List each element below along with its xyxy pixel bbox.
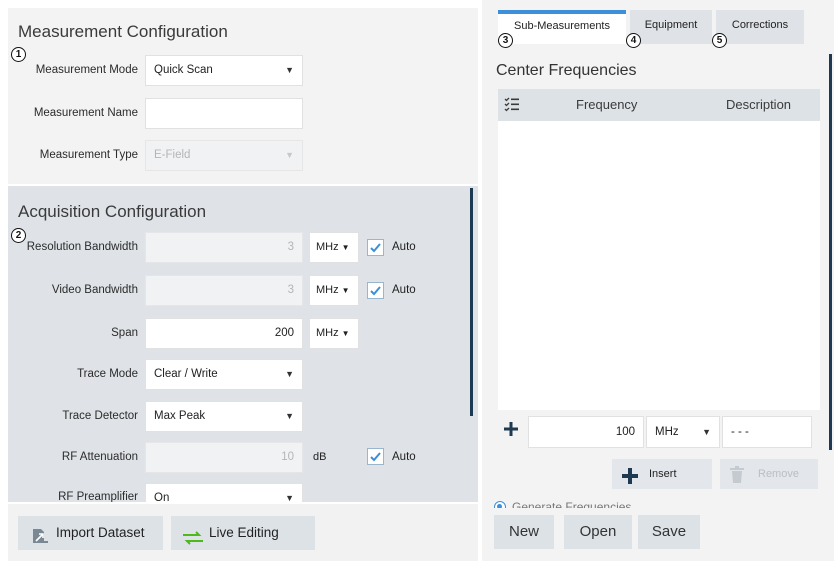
trace-mode-value: Clear / Write <box>154 368 218 380</box>
live-editing-button[interactable]: Live Editing <box>171 516 315 550</box>
vbw-auto-label: Auto <box>392 284 416 296</box>
rbw-label: Resolution Bandwidth <box>26 241 138 253</box>
new-frequency-input[interactable]: 100 <box>528 416 644 448</box>
new-button[interactable]: New <box>494 515 554 549</box>
callout-1: 1 <box>11 47 26 62</box>
scrollbar[interactable] <box>470 188 473 416</box>
new-frequency-unit-select[interactable]: MHz ▼ <box>646 416 720 448</box>
tab-corrections-label: Corrections <box>731 19 789 31</box>
chevron-down-icon: ▼ <box>285 493 294 502</box>
chevron-down-icon: ▼ <box>285 65 294 75</box>
measurement-configuration-panel: Measurement Configuration 1 Measurement … <box>8 8 478 184</box>
rf-preamplifier-value: On <box>154 492 170 502</box>
tab-sub-measurements[interactable]: Sub-Measurements <box>498 10 626 44</box>
tab-sub-measurements-label: Sub-Measurements <box>514 20 610 32</box>
live-editing-label: Live Editing <box>209 525 279 540</box>
callout-5: 5 <box>712 33 727 48</box>
tab-equipment-label: Equipment <box>644 19 698 31</box>
sort-list-icon[interactable] <box>504 96 520 115</box>
chevron-down-icon: ▼ <box>341 329 350 338</box>
measurement-mode-label: Measurement Mode <box>35 64 138 76</box>
chevron-down-icon: ▼ <box>702 427 711 437</box>
import-dataset-button[interactable]: Import Dataset <box>18 516 163 550</box>
rbw-input[interactable]: 3 <box>145 232 303 263</box>
rf-attenuation-input[interactable]: 10 <box>145 442 303 473</box>
panel-divider[interactable] <box>479 0 482 561</box>
add-icon[interactable] <box>504 422 518 441</box>
measurement-type-label: Measurement Type <box>39 149 138 161</box>
chevron-down-icon: ▼ <box>285 411 294 421</box>
vbw-unit-select[interactable]: MHz ▼ <box>309 275 359 306</box>
add-frequency-row: 100 MHz ▼ - - - <box>498 412 820 454</box>
vbw-unit: MHz <box>316 284 339 296</box>
chevron-down-icon: ▼ <box>341 286 350 295</box>
insert-button[interactable]: Insert <box>612 459 712 489</box>
measurement-config-title: Measurement Configuration <box>18 22 228 41</box>
live-editing-icon <box>181 525 205 559</box>
measurement-name-label: Measurement Name <box>33 107 138 119</box>
span-input[interactable]: 200 <box>145 318 303 349</box>
chevron-down-icon: ▼ <box>341 243 350 252</box>
rf-attenuation-unit: dB <box>313 451 327 463</box>
vbw-label: Video Bandwidth <box>51 284 138 296</box>
new-frequency-description-input[interactable]: - - - <box>722 416 812 448</box>
chevron-down-icon: ▼ <box>285 150 294 160</box>
rf-attenuation-label: RF Attenuation <box>61 451 138 463</box>
measurement-type-select[interactable]: E-Field ▼ <box>145 140 303 171</box>
acquisition-configuration-panel: Acquisition Configuration 2 Resolution B… <box>8 186 478 502</box>
insert-plus-icon <box>622 466 638 496</box>
trace-detector-label: Trace Detector <box>62 410 138 422</box>
remove-button[interactable]: Remove <box>720 459 818 489</box>
acquisition-config-title: Acquisition Configuration <box>18 202 207 221</box>
column-header-frequency: Frequency <box>576 97 638 112</box>
span-label: Span <box>111 327 138 339</box>
import-dataset-icon <box>30 525 50 559</box>
rf-preamplifier-label: RF Preamplifier <box>58 491 138 502</box>
trace-detector-select[interactable]: Max Peak ▼ <box>145 401 303 432</box>
span-unit: MHz <box>316 327 339 339</box>
trace-mode-label: Trace Mode <box>77 368 138 380</box>
right-scrollbar[interactable] <box>829 54 832 450</box>
rbw-unit: MHz <box>316 241 339 253</box>
save-button[interactable]: Save <box>638 515 700 549</box>
trash-icon <box>730 465 744 495</box>
table-header: Frequency Description <box>498 89 820 121</box>
rbw-auto-checkbox[interactable] <box>367 239 384 256</box>
measurement-name-input[interactable] <box>145 98 303 129</box>
open-button[interactable]: Open <box>564 515 632 549</box>
tab-equipment[interactable]: Equipment <box>630 10 712 44</box>
remove-label: Remove <box>758 468 799 480</box>
rbw-unit-select[interactable]: MHz ▼ <box>309 232 359 263</box>
trace-detector-value: Max Peak <box>154 410 206 422</box>
rf-attenuation-auto-checkbox[interactable] <box>367 448 384 465</box>
column-header-description: Description <box>726 97 792 112</box>
trace-mode-select[interactable]: Clear / Write ▼ <box>145 359 303 390</box>
rf-preamplifier-select[interactable]: On ▼ <box>145 483 303 502</box>
chevron-down-icon: ▼ <box>285 369 294 379</box>
vbw-auto-checkbox[interactable] <box>367 282 384 299</box>
center-frequencies-table: Frequency Description <box>498 89 820 410</box>
callout-3: 3 <box>498 33 513 48</box>
insert-label: Insert <box>649 468 677 480</box>
span-unit-select[interactable]: MHz ▼ <box>309 318 359 349</box>
bottom-toolbar-left: Import Dataset Live Editing <box>8 504 478 561</box>
rf-attenuation-auto-label: Auto <box>392 451 416 463</box>
measurement-type-value: E-Field <box>154 149 191 161</box>
rbw-auto-label: Auto <box>392 241 416 253</box>
measurement-mode-select[interactable]: Quick Scan ▼ <box>145 55 303 86</box>
import-dataset-label: Import Dataset <box>56 525 145 540</box>
center-frequencies-title: Center Frequencies <box>496 62 637 79</box>
new-frequency-unit: MHz <box>655 426 679 438</box>
vbw-input[interactable]: 3 <box>145 275 303 306</box>
callout-4: 4 <box>626 33 641 48</box>
tab-corrections[interactable]: Corrections <box>716 10 804 44</box>
measurement-mode-value: Quick Scan <box>154 64 213 76</box>
